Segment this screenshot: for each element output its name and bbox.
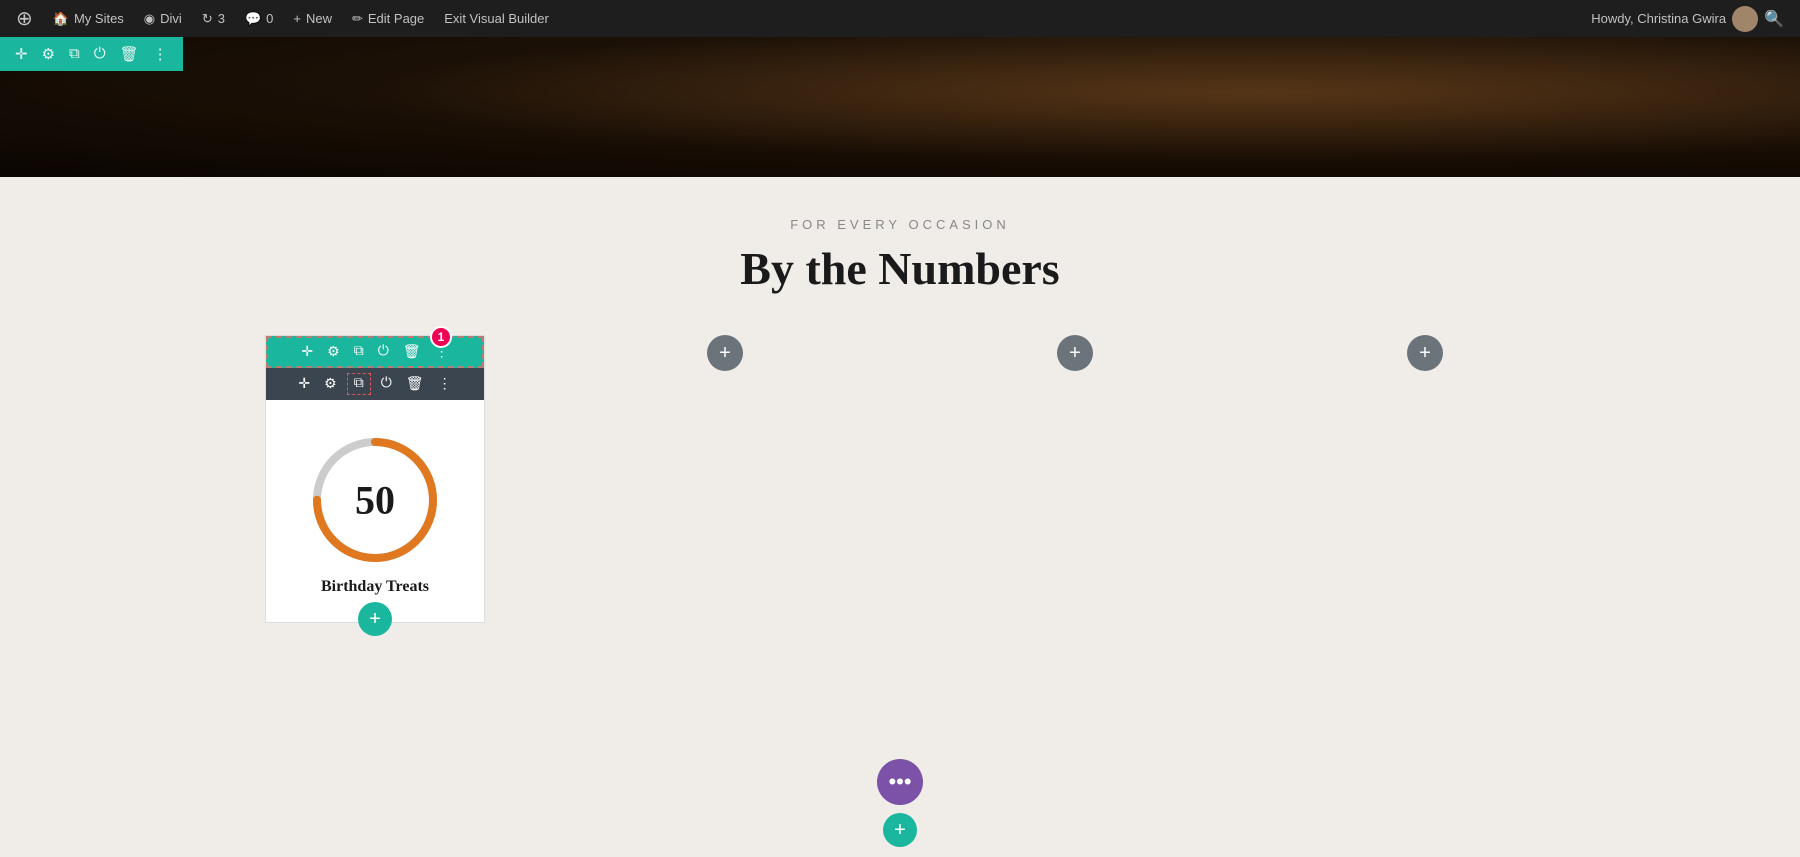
comments-icon: 💬	[245, 11, 261, 27]
my-sites-label: My Sites	[74, 11, 124, 26]
add-col2-btn[interactable]: +	[707, 335, 743, 371]
mod-disable-btn[interactable]: ⏻	[377, 374, 396, 394]
admin-bar-right: Howdy, Christina Gwira 🔍	[1591, 6, 1792, 32]
new-label: New	[306, 11, 332, 26]
section-eyebrow: FOR EVERY OCCASION	[20, 217, 1780, 232]
row-delete-btn[interactable]: 🗑	[399, 342, 425, 363]
hero-bg-svg	[0, 37, 1800, 177]
section-more-btn[interactable]: ⋮	[148, 43, 173, 66]
divi-label: Divi	[160, 11, 182, 26]
row-settings-btn[interactable]: ⚙	[323, 342, 344, 363]
add-col4-btn[interactable]: +	[1407, 335, 1443, 371]
row-clone-btn[interactable]: ⧉	[350, 342, 368, 362]
module-card-1: ✛ ⚙ ⧉ ⏻ 🗑 ⋮ 1 ✛ ⚙ ⧉	[265, 335, 485, 623]
circle-gauge: 50	[305, 430, 445, 570]
add-col3-btn[interactable]: +	[1057, 335, 1093, 371]
circle-number: 50	[355, 477, 395, 524]
add-module-btn[interactable]: +	[358, 602, 392, 636]
section-add-btn[interactable]: ✛	[10, 43, 33, 66]
mod-delete-btn[interactable]: 🗑	[402, 374, 428, 395]
exit-builder-menu[interactable]: Exit Visual Builder	[436, 0, 557, 37]
module-toolbar-dark: ✛ ⚙ ⧉ ⏻ 🗑 ⋮	[266, 368, 484, 400]
module-card-inner: 50 Birthday Treats	[266, 400, 484, 606]
mod-clone-btn[interactable]: ⧉	[347, 373, 371, 395]
edit-page-label: Edit Page	[368, 11, 424, 26]
mod-more-btn[interactable]: ⋮	[434, 374, 456, 395]
row-add-btn[interactable]: ✛	[297, 342, 317, 363]
updates-menu[interactable]: ↻ 3	[194, 0, 233, 37]
notification-badge: 1	[430, 326, 452, 348]
new-icon: +	[293, 11, 301, 26]
exit-builder-label: Exit Visual Builder	[444, 11, 549, 26]
section-toolbar: ✛ ⚙ ⧉ ⏻ 🗑 ⋮	[0, 37, 183, 71]
search-icon[interactable]: 🔍	[1764, 9, 1784, 29]
pencil-icon: ✏	[352, 11, 363, 27]
wp-logo-icon[interactable]: ⊕	[8, 0, 41, 37]
purple-options-btn[interactable]: •••	[877, 759, 923, 805]
user-greeting: Howdy, Christina Gwira	[1591, 11, 1726, 26]
mod-settings-btn[interactable]: ⚙	[320, 374, 341, 395]
bottom-center-wrap: ••• +	[877, 759, 923, 847]
updates-count: 3	[218, 11, 225, 26]
house-icon: 🏠	[53, 11, 69, 27]
section-header: FOR EVERY OCCASION By the Numbers	[20, 217, 1780, 295]
updates-icon: ↻	[202, 11, 213, 27]
section-disable-btn[interactable]: ⏻	[89, 43, 111, 65]
section-title: By the Numbers	[20, 242, 1780, 295]
comments-count: 0	[266, 11, 273, 26]
edit-page-menu[interactable]: ✏ Edit Page	[344, 0, 432, 37]
avatar	[1732, 6, 1758, 32]
admin-bar: ⊕ 🏠 My Sites ◉ Divi ↻ 3 💬 0 + New ✏ Edit…	[0, 0, 1800, 37]
module-col-4: +	[1250, 335, 1600, 371]
module-col-3: +	[900, 335, 1250, 371]
modules-row: ✛ ⚙ ⧉ ⏻ 🗑 ⋮ 1 ✛ ⚙ ⧉	[200, 335, 1600, 623]
hero-section	[0, 37, 1800, 177]
add-module-center: +	[358, 602, 392, 636]
new-menu[interactable]: + New	[285, 0, 340, 37]
module-label: Birthday Treats	[282, 578, 468, 596]
module-col-2: +	[550, 335, 900, 371]
row-toolbar-green: ✛ ⚙ ⧉ ⏻ 🗑 ⋮ 1	[266, 336, 484, 368]
comments-menu[interactable]: 💬 0	[237, 0, 281, 37]
section-settings-btn[interactable]: ⚙	[37, 43, 60, 66]
divi-menu[interactable]: ◉ Divi	[136, 0, 190, 37]
mod-move-btn[interactable]: ✛	[294, 374, 314, 395]
main-content: FOR EVERY OCCASION By the Numbers ✛ ⚙ ⧉ …	[0, 177, 1800, 857]
bottom-add-btn[interactable]: +	[883, 813, 917, 847]
divi-icon: ◉	[144, 11, 155, 27]
module-col-1: ✛ ⚙ ⧉ ⏻ 🗑 ⋮ 1 ✛ ⚙ ⧉	[200, 335, 550, 623]
section-clone-btn[interactable]: ⧉	[64, 43, 85, 65]
row-disable-btn[interactable]: ⏻	[374, 342, 393, 362]
section-delete-btn[interactable]: 🗑	[115, 43, 144, 66]
my-sites-menu[interactable]: 🏠 My Sites	[45, 0, 132, 37]
